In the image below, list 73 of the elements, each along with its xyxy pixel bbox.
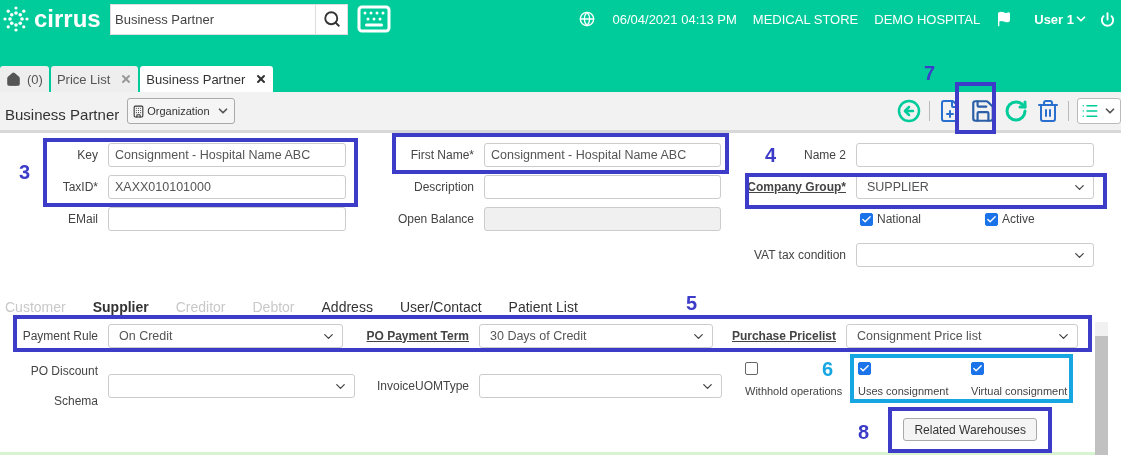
select-field[interactable]: On Credit xyxy=(108,324,343,348)
scrollbar[interactable] xyxy=(1095,322,1108,455)
checkbox[interactable] xyxy=(971,362,984,375)
select-field[interactable] xyxy=(856,243,1094,267)
home-icon xyxy=(6,71,21,87)
hospital-name: DEMO HOSPITAL xyxy=(874,11,981,27)
annotation-number: 8 xyxy=(858,421,870,444)
checkbox[interactable] xyxy=(985,212,999,226)
checkbox-label: Uses consignment xyxy=(858,385,949,397)
checkbox[interactable] xyxy=(860,212,873,226)
search-button[interactable] xyxy=(316,3,348,35)
field-label: EMail xyxy=(68,210,98,228)
logo-icon xyxy=(2,5,30,33)
annotation-number: 3 xyxy=(19,161,31,184)
text-field[interactable] xyxy=(484,175,721,199)
refresh-icon[interactable] xyxy=(1004,99,1028,123)
close-icon[interactable] xyxy=(255,73,268,85)
text-field[interactable]: XAXX010101000 xyxy=(108,175,346,199)
field-label: VAT tax condition xyxy=(753,246,846,264)
search-icon xyxy=(322,10,341,28)
field-label: TaxID* xyxy=(62,178,98,196)
checkbox-label: National xyxy=(877,212,922,226)
field-label: Description xyxy=(413,178,474,196)
section-tab[interactable]: Address xyxy=(321,299,373,315)
globe-icon[interactable] xyxy=(578,11,595,27)
list-view-button[interactable] xyxy=(1077,98,1121,124)
checkbox[interactable] xyxy=(858,362,871,375)
date-time: 06/04/2021 04:13 PM xyxy=(612,11,737,27)
field-label: Key xyxy=(77,146,98,164)
text-field[interactable] xyxy=(856,143,1094,167)
checkbox-label: Virtual consignment xyxy=(971,385,1068,397)
select-field[interactable]: Consignment Price list xyxy=(846,324,1078,348)
select-field[interactable] xyxy=(479,374,722,398)
section-tab[interactable]: Patient List xyxy=(508,299,578,315)
annotation-number: 4 xyxy=(765,144,777,167)
logo-text: cirrus xyxy=(34,5,101,33)
annotation-number: 7 xyxy=(924,62,936,85)
section-tab[interactable]: User/Contact xyxy=(399,299,482,315)
field-label: PO Discount Schema xyxy=(29,363,98,410)
annotation-number: 5 xyxy=(686,292,698,315)
text-field[interactable]: Consignment - Hospital Name ABC xyxy=(108,143,346,167)
select-field[interactable]: 30 Days of Credit xyxy=(479,324,713,348)
flag-icon[interactable] xyxy=(996,11,1013,27)
checkbox[interactable] xyxy=(745,362,758,375)
tab[interactable]: (0) xyxy=(0,66,49,92)
delete-icon[interactable] xyxy=(1036,99,1060,123)
field-label: Open Balance xyxy=(397,210,474,228)
text-field[interactable] xyxy=(108,207,346,231)
organization-dropdown[interactable]: Organization xyxy=(127,98,236,124)
select-field[interactable]: SUPPLIER xyxy=(856,175,1094,199)
section-tab[interactable]: Supplier xyxy=(92,299,149,315)
field-label: First Name* xyxy=(410,146,474,164)
store-name: MEDICAL STORE xyxy=(752,11,859,27)
field-link[interactable]: Purchase Pricelist xyxy=(731,327,836,345)
annotation-number: 6 xyxy=(822,358,834,381)
list-icon xyxy=(1081,102,1099,120)
checkbox-label: Active xyxy=(1002,212,1035,226)
tab[interactable]: Price List xyxy=(50,66,139,92)
tab[interactable]: Business Partner xyxy=(140,66,274,92)
select-field[interactable] xyxy=(108,374,355,398)
field-link[interactable]: Company Group* xyxy=(747,178,846,196)
related-warehouses-button[interactable]: Related Warehouses xyxy=(903,418,1037,441)
field-link[interactable]: PO Payment Term xyxy=(366,327,469,345)
text-field[interactable]: Consignment - Hospital Name ABC xyxy=(484,143,721,167)
power-icon[interactable] xyxy=(1100,11,1115,27)
building-icon xyxy=(132,104,146,118)
field-label: Name 2 xyxy=(803,146,846,164)
page-title: Business Partner xyxy=(5,105,120,123)
back-icon[interactable] xyxy=(897,99,921,123)
search-field[interactable]: Business Partner xyxy=(110,3,316,35)
field-label: Payment Rule xyxy=(22,327,98,345)
checkbox-label: Withhold operations xyxy=(745,385,843,397)
field-label: InvoiceUOMType xyxy=(376,378,469,395)
